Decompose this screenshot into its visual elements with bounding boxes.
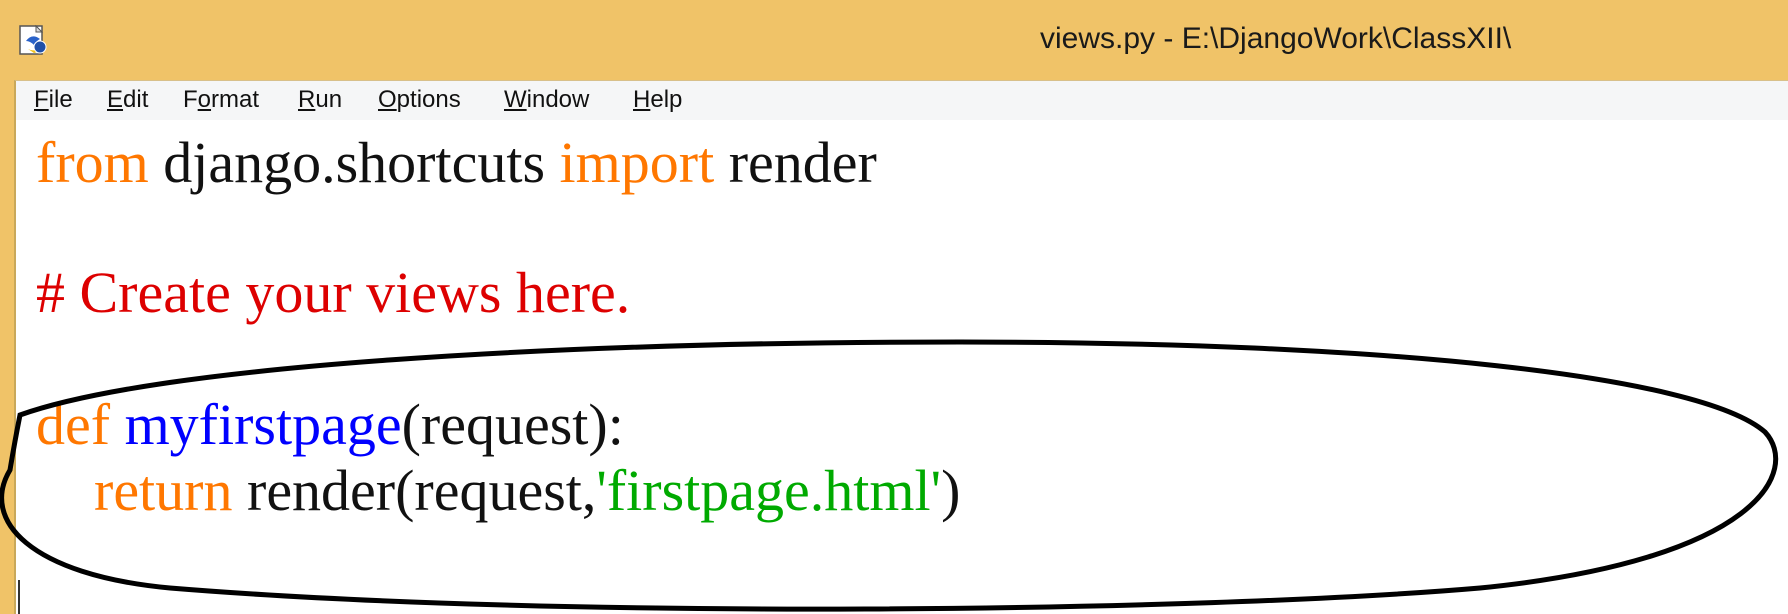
- python-idle-icon[interactable]: [16, 23, 54, 61]
- idle-editor-window: views.py - E:\DjangoWork\ClassXII\ File …: [0, 0, 1788, 614]
- menu-run-mnemonic: R: [298, 86, 316, 113]
- menu-edit[interactable]: Edit: [107, 86, 148, 114]
- title-bar[interactable]: views.py - E:\DjangoWork\ClassXII\: [0, 0, 1788, 80]
- menu-edit-mnemonic: E: [107, 86, 124, 113]
- keyword-token: from: [36, 130, 149, 195]
- plain-token: (request):: [401, 392, 624, 457]
- code-line-return[interactable]: return render(request,'firstpage.html'): [36, 458, 960, 524]
- menu-help-rest: elp: [650, 86, 683, 113]
- comment-token: # Create your views here.: [36, 260, 631, 325]
- code-line-import[interactable]: from django.shortcuts import render: [36, 130, 877, 196]
- code-line-def[interactable]: def myfirstpage(request):: [36, 392, 624, 458]
- function-name-token: myfirstpage: [124, 392, 402, 457]
- menu-window[interactable]: Window: [504, 86, 589, 114]
- menu-file-mnemonic: F: [34, 86, 49, 113]
- menu-run[interactable]: Run: [298, 86, 342, 114]
- string-token: 'firstpage.html': [596, 458, 942, 523]
- menu-options-rest: ptions: [396, 86, 461, 113]
- menu-file[interactable]: File: [34, 86, 73, 114]
- keyword-token: import: [559, 130, 715, 195]
- menu-format-pre: F: [183, 86, 198, 113]
- plain-token: django.shortcuts: [148, 130, 560, 195]
- window-title: views.py - E:\DjangoWork\ClassXII\: [1040, 22, 1512, 55]
- menu-format-rest: rmat: [211, 86, 260, 113]
- text-cursor: [18, 580, 20, 614]
- keyword-token: return: [94, 458, 233, 523]
- code-editor[interactable]: from django.shortcuts import render # Cr…: [14, 120, 1788, 614]
- plain-token: render: [714, 130, 877, 195]
- indent-token: [36, 458, 94, 523]
- menu-format[interactable]: Format: [183, 86, 259, 114]
- menu-run-rest: un: [315, 86, 343, 113]
- menu-window-mnemonic: W: [504, 86, 527, 113]
- menu-edit-rest: dit: [123, 86, 149, 113]
- menu-window-rest: indow: [526, 86, 590, 113]
- menu-format-mnemonic: o: [197, 86, 212, 113]
- code-line-comment[interactable]: # Create your views here.: [36, 260, 630, 326]
- plain-token: render(request,: [232, 458, 597, 523]
- menu-bar: File Edit Format Run Options Window Help: [14, 80, 1788, 121]
- menu-options-mnemonic: O: [378, 86, 397, 113]
- menu-options[interactable]: Options: [378, 86, 461, 114]
- menu-help-mnemonic: H: [633, 86, 651, 113]
- menu-file-rest: ile: [48, 86, 73, 113]
- menu-help[interactable]: Help: [633, 86, 682, 114]
- plain-token: ): [941, 458, 961, 523]
- keyword-token: def: [36, 392, 111, 457]
